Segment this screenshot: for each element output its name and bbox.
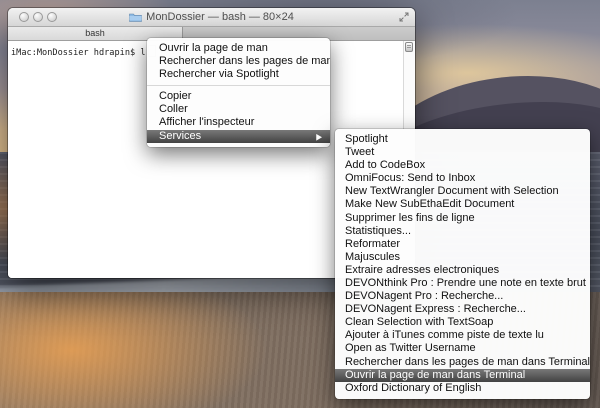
menu-item-label: Ajouter à iTunes comme piste de texte lu [345,329,544,342]
window-controls [19,12,57,22]
menu-item-label: Copier [159,90,191,103]
menu-item-label: Open as Twitter Username [345,343,476,356]
menu-item-label: Supprimer les fins de ligne [345,212,475,225]
terminal-prompt-line: iMac:MonDossier hdrapin$ l [11,45,156,58]
menu-item-label: Extraire adresses electroniques [345,264,499,277]
submenu-item-itunes-spoken-track[interactable]: Ajouter à iTunes comme piste de texte lu [335,329,590,342]
scrollbar-thumb[interactable] [405,42,413,52]
submenu-item-reformat[interactable]: Reformater [335,238,590,251]
menu-item-label: OmniFocus: Send to Inbox [345,172,475,185]
close-button[interactable] [19,12,29,22]
submenu-item-devonthink-pro-note[interactable]: DEVONthink Pro : Prendre une note en tex… [335,277,590,290]
menu-item-label: Services [159,130,201,143]
menu-item-search-man-pages[interactable]: Rechercher dans les pages de man [147,55,330,68]
menu-item-label: Rechercher dans les pages de man dans Te… [345,356,590,369]
menu-item-label: Reformater [345,238,400,251]
menu-item-label: Coller [159,103,188,116]
submenu-item-spotlight[interactable]: Spotlight [335,133,590,146]
menu-item-label: Oxford Dictionary of English [345,382,481,395]
window-titlebar[interactable]: MonDossier — bash — 80×24 [8,8,415,27]
submenu-item-tweet[interactable]: Tweet [335,146,590,159]
menu-item-services[interactable]: Services ▶ [147,130,330,143]
window-title: MonDossier — bash — 80×24 [8,8,415,26]
menu-item-label: Tweet [345,146,374,159]
menu-item-paste[interactable]: Coller [147,103,330,116]
menu-item-label: Rechercher dans les pages de man [159,55,330,68]
submenu-item-devonagent-pro-search[interactable]: DEVONagent Pro : Recherche... [335,290,590,303]
menu-separator [147,85,330,86]
minimize-button[interactable] [33,12,43,22]
menu-item-label: Spotlight [345,133,388,146]
menu-item-label: Rechercher via Spotlight [159,68,279,81]
submenu-item-extract-email-addresses[interactable]: Extraire adresses electroniques [335,264,590,277]
menu-item-label: Majuscules [345,251,400,264]
fullscreen-arrows-icon[interactable] [399,12,409,22]
submenu-item-remove-line-endings[interactable]: Supprimer les fins de ligne [335,212,590,225]
menu-item-search-spotlight[interactable]: Rechercher via Spotlight [147,68,330,81]
context-menu: Ouvrir la page de man Rechercher dans le… [147,38,330,147]
menu-item-label: Statistiques... [345,225,411,238]
menu-item-label: Add to CodeBox [345,159,425,172]
terminal-prompt-text: iMac:MonDossier hdrapin$ l [11,48,146,58]
menu-item-label: Make New SubEthaEdit Document [345,198,514,211]
menu-item-show-inspector[interactable]: Afficher l'inspecteur [147,116,330,129]
submenu-right-arrow-icon: ▶ [316,130,322,143]
submenu-item-open-man-page-terminal[interactable]: Ouvrir la page de man dans Terminal [335,369,590,382]
submenu-item-subethaedit-document[interactable]: Make New SubEthaEdit Document [335,198,590,211]
submenu-item-omnifocus-inbox[interactable]: OmniFocus: Send to Inbox [335,172,590,185]
menu-item-label: Afficher l'inspecteur [159,116,254,129]
menu-item-label: New TextWrangler Document with Selection [345,185,559,198]
services-submenu: Spotlight Tweet Add to CodeBox OmniFocus… [335,129,590,399]
submenu-item-search-man-pages-terminal[interactable]: Rechercher dans les pages de man dans Te… [335,356,590,369]
submenu-item-oxford-dictionary[interactable]: Oxford Dictionary of English [335,382,590,395]
submenu-item-add-to-codebox[interactable]: Add to CodeBox [335,159,590,172]
submenu-item-devonagent-express-search[interactable]: DEVONagent Express : Recherche... [335,303,590,316]
folder-icon [129,12,142,22]
menu-item-label: DEVONthink Pro : Prendre une note en tex… [345,277,586,290]
zoom-button[interactable] [47,12,57,22]
menu-item-copy[interactable]: Copier [147,90,330,103]
menu-item-label: DEVONagent Pro : Recherche... [345,290,503,303]
menu-item-open-man-page[interactable]: Ouvrir la page de man [147,42,330,55]
submenu-item-textsoap-clean[interactable]: Clean Selection with TextSoap [335,316,590,329]
window-title-text: MonDossier — bash — 80×24 [146,11,294,23]
submenu-item-textwrangler-document[interactable]: New TextWrangler Document with Selection [335,185,590,198]
menu-item-label: Ouvrir la page de man dans Terminal [345,369,525,382]
submenu-item-open-twitter-username[interactable]: Open as Twitter Username [335,343,590,356]
submenu-item-statistics[interactable]: Statistiques... [335,225,590,238]
menu-item-label: Ouvrir la page de man [159,42,268,55]
submenu-item-uppercase[interactable]: Majuscules [335,251,590,264]
menu-item-label: DEVONagent Express : Recherche... [345,303,526,316]
menu-item-label: Clean Selection with TextSoap [345,316,493,329]
